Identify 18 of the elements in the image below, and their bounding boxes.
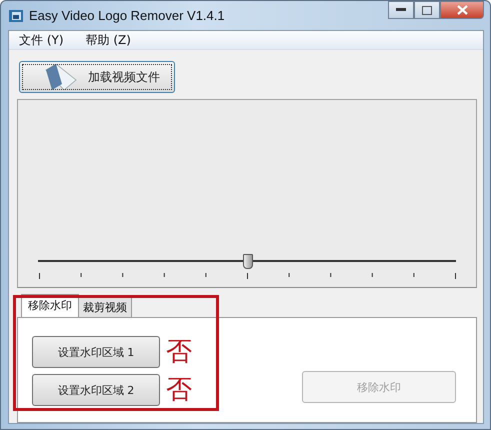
maximize-icon <box>422 6 432 14</box>
annotation-text: 否 <box>166 339 192 365</box>
menu-item[interactable]: 文件 (Y) <box>19 32 64 48</box>
annotation-text: 否 <box>166 377 192 403</box>
slider-thumb[interactable] <box>243 254 253 269</box>
close-icon <box>456 5 468 15</box>
tab[interactable]: 裁剪视频 <box>78 297 132 317</box>
app-icon <box>9 10 23 22</box>
menu-item[interactable]: 帮助 (Z) <box>86 32 131 48</box>
load-video-button[interactable]: 加载视频文件 <box>19 61 175 93</box>
close-button[interactable] <box>440 1 484 19</box>
minimize-button[interactable] <box>388 1 414 19</box>
maximize-button[interactable] <box>414 1 440 19</box>
timeline-slider[interactable] <box>38 254 456 268</box>
set-region-button[interactable]: 设置水印区域 2 <box>32 374 160 406</box>
set-region-button[interactable]: 设置水印区域 1 <box>32 336 160 368</box>
minimize-icon <box>396 8 406 12</box>
window-title: Easy Video Logo Remover V1.4.1 <box>29 8 225 23</box>
